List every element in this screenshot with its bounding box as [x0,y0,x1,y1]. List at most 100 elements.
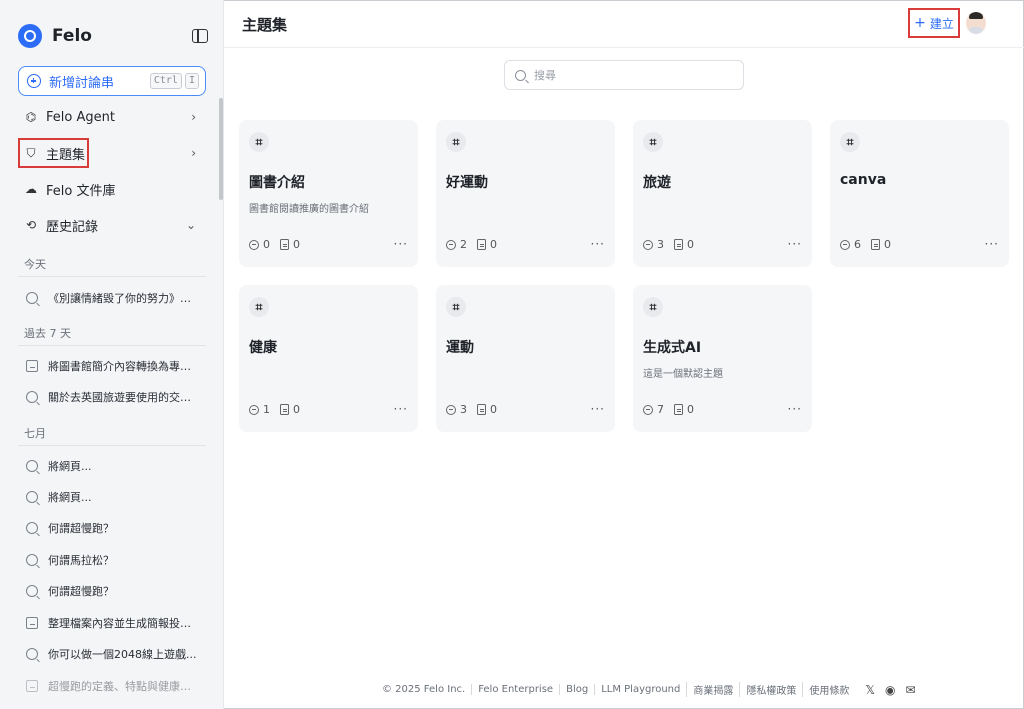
history-item[interactable]: 關於去英國旅遊要使用的交通... [18,384,206,410]
thread-count: 1 [249,403,270,416]
x-icon[interactable]: 𝕏 [865,683,875,697]
topic-card[interactable]: ⌗ 生成式AI 這是一個默認主題 7 0 ··· [633,285,812,432]
topic-stats: 1 0 [249,403,310,416]
more-options-icon[interactable]: ··· [394,237,408,251]
shortcut-key: I [184,73,199,89]
sidebar-item-felo-agent[interactable]: ⌬ Felo Agent › [18,102,206,132]
sidebar: Felo 新增討論串 Ctrl I ⌬ Felo Agent › ⛉ 主題集 ›… [0,0,224,709]
doc-count-value: 0 [490,238,497,251]
doc-count: 0 [674,238,694,251]
document-icon [674,239,683,250]
plus-circle-icon [27,74,41,88]
main-content: 主題集 + 建立 ⌗ 圖書介紹 圖書館閱讀推廣的圖書介紹 0 0 ··· ⌗ 好… [224,0,1024,709]
felo-logo-icon[interactable] [18,24,42,48]
discord-icon[interactable]: ◉ [885,683,895,697]
document-icon [280,404,289,415]
footer-link-enterprise[interactable]: Felo Enterprise [471,684,559,695]
search-icon [515,69,526,81]
more-options-icon[interactable]: ··· [985,237,999,251]
topics-highlight [18,138,89,168]
doc-count-value: 0 [687,238,694,251]
thread-count: 3 [643,238,664,251]
topic-card[interactable]: ⌗ 運動 3 0 ··· [436,285,615,432]
search-box[interactable] [504,60,744,90]
search-input[interactable] [534,68,734,82]
topic-stats: 7 0 [643,403,704,416]
topic-card[interactable]: ⌗ 旅遊 3 0 ··· [633,120,812,267]
search-icon [26,522,38,534]
topic-title: 好運動 [446,175,488,191]
topic-card[interactable]: ⌗ canva 6 0 ··· [830,120,1009,267]
page-title: 主題集 [242,16,288,34]
document-icon [674,404,683,415]
sidebar-toggle-icon[interactable] [192,29,208,43]
more-options-icon[interactable]: ··· [788,237,802,251]
footer-link-blog[interactable]: Blog [559,684,594,695]
divider [18,345,206,346]
thread-icon [446,404,456,415]
thread-count-value: 7 [657,403,664,416]
sidebar-item-library[interactable]: ☁ Felo 文件庫 [18,174,206,204]
thread-count-value: 6 [854,238,861,251]
history-item[interactable]: 你可以做一個2048線上遊戲... [18,641,206,667]
history-item-label: 何謂超慢跑？ [48,585,114,598]
chevron-down-icon: ⌄ [185,218,196,232]
more-options-icon[interactable]: ··· [591,402,605,416]
thread-icon [249,404,259,415]
thread-icon [840,239,850,250]
mail-icon[interactable]: ✉ [906,683,916,697]
doc-count-value: 0 [293,238,300,251]
topic-description: 這是一個默認主題 [643,369,723,380]
app-name: Felo [52,26,92,46]
create-label: 建立 [929,16,954,31]
footer-link-terms[interactable]: 使用條款 [802,682,855,697]
history-item[interactable]: 《別讓情緒毀了你的努力》書... [18,285,206,311]
new-thread-button[interactable]: 新增討論串 Ctrl I [18,66,206,96]
divider [18,445,206,446]
create-topic-button[interactable]: + 建立 [908,8,960,38]
search-icon [26,648,38,660]
topic-stats: 3 0 [643,238,704,251]
document-icon [477,404,486,415]
search-icon [26,585,38,597]
sidebar-item-history[interactable]: ⟲ 歷史記錄 ⌄ [18,210,206,240]
history-item[interactable]: 將圖書館簡介內容轉換為專業... [18,353,206,379]
top-bar: 主題集 + 建立 [224,0,1024,48]
document-icon [871,239,880,250]
history-item[interactable]: 將網頁... [18,453,206,479]
more-options-icon[interactable]: ··· [591,237,605,251]
topic-card[interactable]: ⌗ 圖書介紹 圖書館閱讀推廣的圖書介紹 0 0 ··· [239,120,418,267]
topic-card[interactable]: ⌗ 好運動 2 0 ··· [436,120,615,267]
avatar[interactable] [966,12,986,34]
sidebar-scrollbar[interactable] [219,98,223,200]
footer-link-llm-playground[interactable]: LLM Playground [594,684,686,695]
history-icon: ⟲ [25,218,37,232]
history-item[interactable]: 超慢跑的定義、特點與健康效... [18,673,206,699]
history-item-label: 《別讓情緒毀了你的努力》書... [48,292,198,305]
footer-link-business-disclosure[interactable]: 商業揭露 [686,682,739,697]
document-icon [477,239,486,250]
history-item[interactable]: 整理檔案內容並生成簡報投影... [18,610,206,636]
history-item-label: 何謂超慢跑？ [48,522,114,535]
more-options-icon[interactable]: ··· [788,402,802,416]
doc-icon [26,680,38,692]
topic-card[interactable]: ⌗ 健康 1 0 ··· [239,285,418,432]
thread-count: 3 [446,403,467,416]
more-options-icon[interactable]: ··· [394,402,408,416]
history-item[interactable]: 何謂馬拉松？ [18,547,206,573]
agent-icon: ⌬ [25,110,37,124]
history-item-label: 何謂馬拉松？ [48,554,114,567]
doc-count-value: 0 [490,403,497,416]
history-item[interactable]: 何謂超慢跑？ [18,578,206,604]
search-icon [26,391,38,403]
thread-count: 0 [249,238,270,251]
history-item[interactable]: 將網頁... [18,484,206,510]
history-item-label: 超慢跑的定義、特點與健康效... [48,680,198,693]
doc-icon [26,617,38,629]
footer-link-privacy[interactable]: 隱私權政策 [739,682,802,697]
topic-title: 生成式AI [643,340,702,356]
plus-icon: + [914,15,926,31]
search-icon [26,460,38,472]
history-item[interactable]: 何謂超慢跑？ [18,515,206,541]
history-item-label: 將網頁... [48,491,92,504]
